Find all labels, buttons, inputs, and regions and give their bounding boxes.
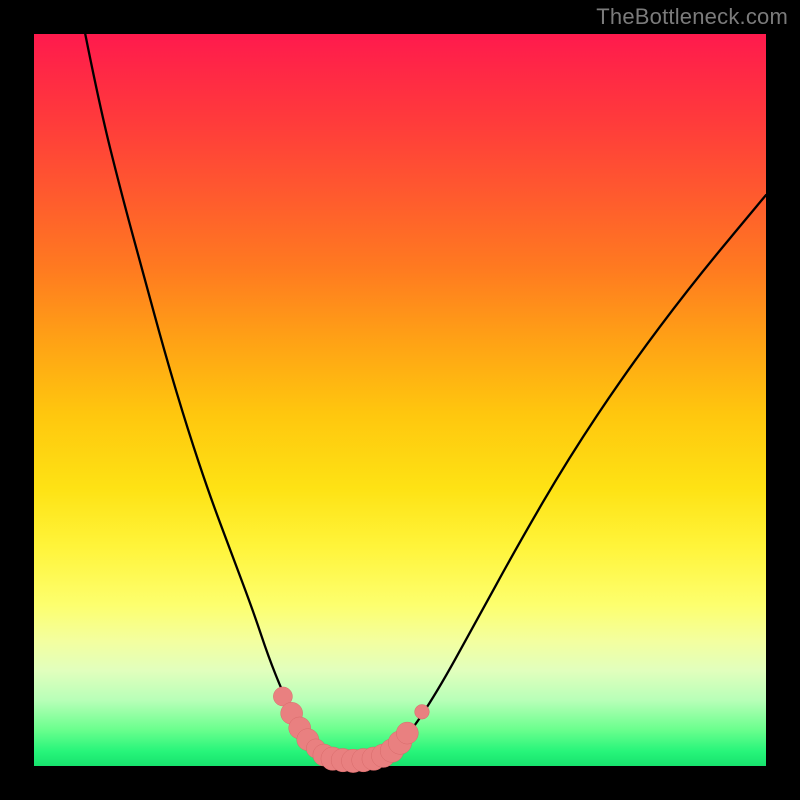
bottleneck-curve (85, 34, 766, 759)
data-marker (396, 722, 418, 744)
curve-group (85, 34, 766, 759)
chart-svg (34, 34, 766, 766)
markers-group (273, 687, 429, 773)
data-marker (415, 705, 430, 720)
watermark-text: TheBottleneck.com (596, 4, 788, 30)
chart-frame: TheBottleneck.com (0, 0, 800, 800)
